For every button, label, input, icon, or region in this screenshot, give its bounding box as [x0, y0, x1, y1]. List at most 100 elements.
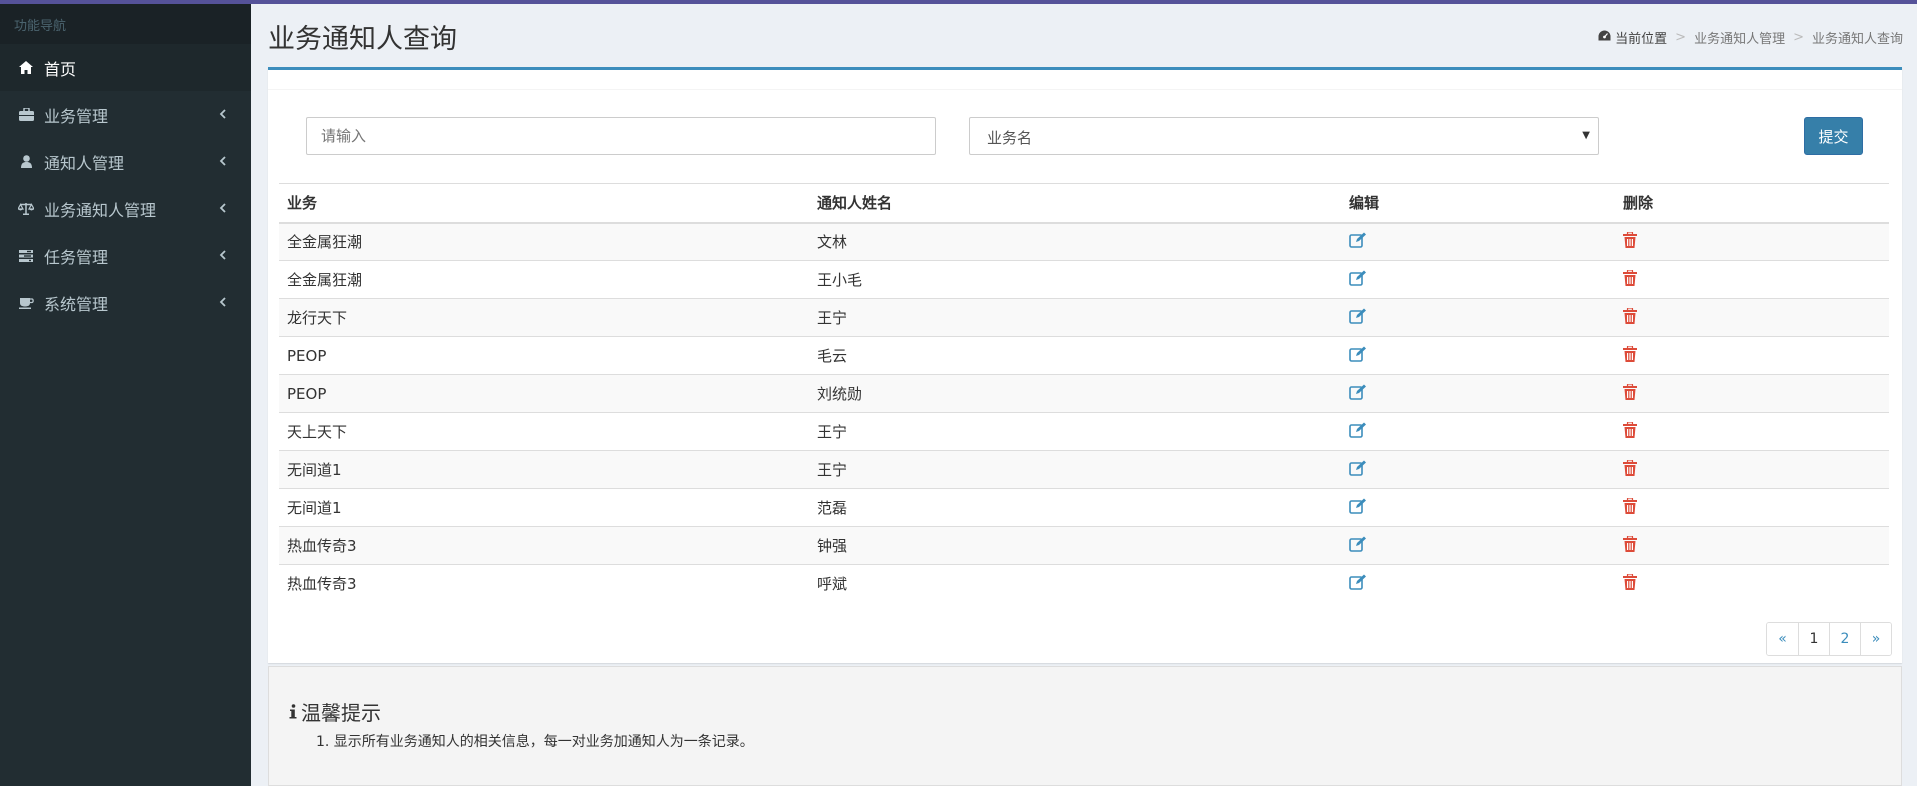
cell-notifier-name: 王宁	[817, 309, 848, 327]
cell-delete	[1615, 375, 1889, 413]
main-content: 业务通知人查询 当前位置 > 业务通知人管理 > 业务通知人查询 业务名 ▼ 提…	[251, 4, 1917, 786]
breadcrumb-item[interactable]: 业务通知人管理	[1694, 28, 1785, 47]
cell-notifier-name: 文林	[817, 233, 848, 252]
cell-edit	[1341, 451, 1615, 489]
cell-edit	[1341, 375, 1615, 413]
edit-icon[interactable]	[1349, 346, 1367, 366]
breadcrumb-item: 业务通知人查询	[1811, 32, 1903, 47]
cell-delete	[1615, 489, 1889, 527]
table-row: 龙行天下 王宁	[279, 298, 1889, 337]
edit-icon[interactable]	[1349, 384, 1367, 404]
cell-delete	[1615, 337, 1889, 375]
cell-delete	[1615, 261, 1889, 299]
cell-delete	[1615, 413, 1889, 451]
breadcrumb-home[interactable]: 当前位置	[1598, 28, 1667, 47]
cell-notifier-name: 刘统勋	[817, 385, 863, 403]
sidebar-item-task-management[interactable]: 任务管理	[0, 232, 251, 279]
cell-business: 无间道1	[287, 499, 342, 517]
trash-icon[interactable]	[1623, 382, 1637, 404]
trash-icon[interactable]	[1623, 496, 1637, 518]
business-select[interactable]: 业务名 ▼	[969, 117, 1599, 155]
pagination-prev[interactable]: «	[1767, 623, 1798, 655]
cell-edit	[1341, 223, 1615, 261]
cell-business: PEOP	[287, 384, 327, 403]
cell-notifier-name: 王宁	[817, 461, 848, 479]
cell-edit	[1341, 413, 1615, 451]
breadcrumb-separator: >	[1675, 30, 1687, 45]
pagination: « 1 2 »	[1766, 622, 1892, 656]
tips-title: 温馨提示	[289, 697, 381, 726]
search-input[interactable]	[306, 117, 936, 155]
breadcrumb-home-label: 当前位置	[1615, 32, 1668, 47]
cell-delete	[1615, 299, 1889, 337]
pagination-page-2[interactable]: 2	[1829, 623, 1860, 655]
sidebar-item-home[interactable]: 首页	[0, 44, 251, 91]
table-row: PEOP 毛云	[279, 336, 1889, 375]
cell-notifier-name: 王宁	[817, 423, 848, 441]
pagination-next[interactable]: »	[1860, 623, 1891, 655]
cell-business: 天上天下	[287, 423, 348, 441]
chevron-left-icon	[215, 106, 231, 122]
notifier-table: 业务 通知人姓名 编辑 删除 全金属狂潮 文林 全金属狂潮 王小毛 龙行天下 王宁 PEOP…	[279, 183, 1889, 603]
cell-delete	[1615, 451, 1889, 489]
edit-icon[interactable]	[1349, 270, 1367, 290]
sidebar-item-business-management[interactable]: 业务管理	[0, 91, 251, 138]
cell-business: 全金属狂潮	[287, 271, 363, 289]
info-icon	[289, 700, 297, 724]
edit-icon[interactable]	[1349, 498, 1367, 518]
box-header	[268, 70, 1902, 90]
home-icon	[18, 60, 34, 76]
trash-icon[interactable]	[1623, 458, 1637, 480]
edit-icon[interactable]	[1349, 536, 1367, 556]
trash-icon[interactable]	[1623, 268, 1637, 290]
sidebar-item-notifier-management[interactable]: 通知人管理	[0, 138, 251, 185]
cell-notifier-name: 呼斌	[817, 575, 848, 594]
chevron-left-icon	[215, 294, 231, 310]
table-row: 无间道1 范磊	[279, 488, 1889, 527]
sidebar-item-system-management[interactable]: 系统管理	[0, 279, 251, 326]
edit-icon[interactable]	[1349, 574, 1367, 594]
edit-icon[interactable]	[1349, 232, 1367, 252]
cell-delete	[1615, 565, 1889, 603]
tips-item: 1. 显示所有业务通知人的相关信息，每一对业务加通知人为一条记录。	[316, 734, 754, 750]
chevron-left-icon	[215, 153, 231, 169]
table-body: 全金属狂潮 文林 全金属狂潮 王小毛 龙行天下 王宁 PEOP 毛云 PEOP 刘统勋 天上天下 王宁…	[279, 222, 1889, 603]
coffee-icon	[18, 295, 34, 311]
table-header-row: 业务 通知人姓名 编辑 删除	[279, 183, 1889, 223]
edit-icon[interactable]	[1349, 460, 1367, 480]
sidebar-item-business-notifier-management[interactable]: 业务通知人管理	[0, 185, 251, 232]
table-row: 天上天下 王宁	[279, 412, 1889, 451]
submit-button[interactable]: 提交	[1804, 117, 1863, 155]
trash-icon[interactable]	[1623, 306, 1637, 328]
edit-icon[interactable]	[1349, 308, 1367, 328]
trash-icon[interactable]	[1623, 344, 1637, 366]
cell-notifier-name: 王小毛	[817, 271, 863, 289]
cell-notifier-name: 范磊	[817, 499, 848, 517]
cell-edit	[1341, 489, 1615, 527]
trash-icon[interactable]	[1623, 573, 1637, 594]
cell-delete	[1615, 527, 1889, 565]
pagination-page-1[interactable]: 1	[1798, 623, 1829, 655]
edit-icon[interactable]	[1349, 422, 1367, 442]
breadcrumb-separator: >	[1793, 30, 1804, 45]
cell-edit	[1341, 565, 1615, 603]
trash-icon[interactable]	[1623, 534, 1637, 556]
column-header-delete: 删除	[1623, 194, 1654, 213]
cell-business: PEOP	[287, 346, 327, 365]
trash-icon[interactable]	[1623, 420, 1637, 442]
cell-notifier-name: 毛云	[817, 347, 848, 365]
tips-box: 温馨提示 1. 显示所有业务通知人的相关信息，每一对业务加通知人为一条记录。	[268, 666, 1902, 786]
user-icon	[18, 154, 34, 170]
cell-business: 全金属狂潮	[287, 233, 363, 252]
cell-notifier-name: 钟强	[817, 537, 848, 555]
table-row: PEOP 刘统勋	[279, 374, 1889, 413]
column-header-notifier-name: 通知人姓名	[817, 194, 893, 213]
table-row: 热血传奇3 钟强	[279, 526, 1889, 565]
table-row: 热血传奇3 呼斌	[279, 564, 1889, 603]
trash-icon[interactable]	[1623, 231, 1637, 252]
cell-business: 龙行天下	[287, 309, 348, 327]
query-box: 业务名 ▼ 提交 业务 通知人姓名 编辑 删除 全金属狂潮文林全金属狂潮王小毛龙…	[268, 67, 1902, 663]
briefcase-icon	[18, 107, 34, 123]
table-row: 全金属狂潮 文林	[279, 222, 1889, 261]
dashboard-icon	[1598, 30, 1611, 45]
